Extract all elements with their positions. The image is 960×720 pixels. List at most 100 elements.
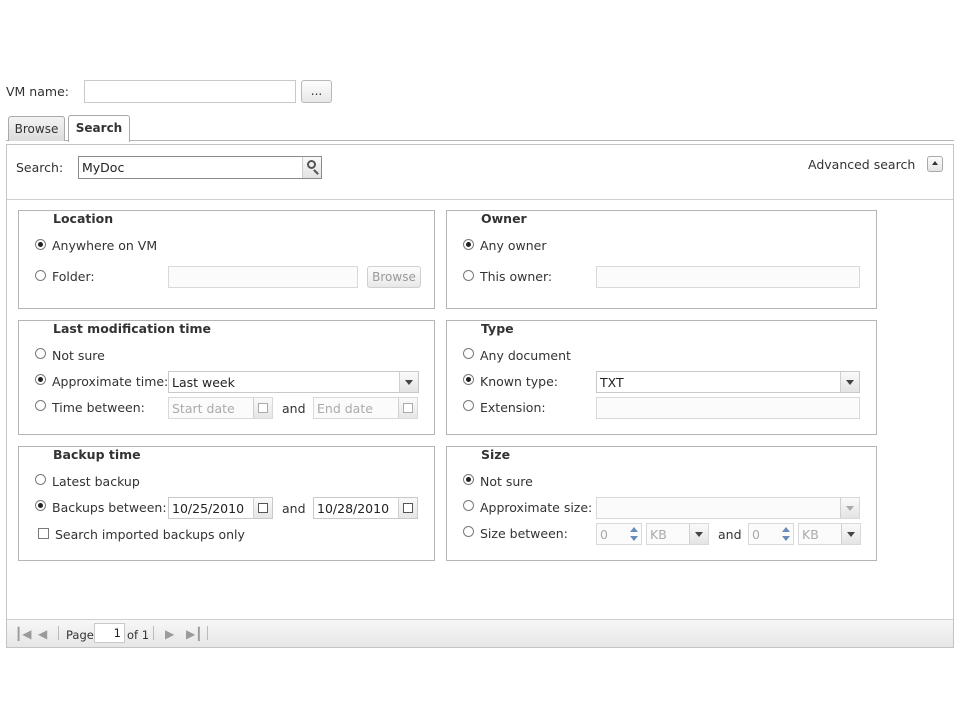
size-min-unit-select[interactable]: KB xyxy=(646,523,709,545)
advanced-search-label[interactable]: Advanced search xyxy=(808,157,915,173)
size-title: Size xyxy=(481,447,511,462)
vm-browse-label: ... xyxy=(310,84,323,98)
backup-between-label: Backups between: xyxy=(52,500,167,515)
backup-between-radio[interactable] xyxy=(35,500,46,511)
type-known-select[interactable]: TXT xyxy=(596,371,860,393)
size-min-unit-value: KB xyxy=(650,527,667,542)
owner-title: Owner xyxy=(481,211,527,226)
size-max-unit-select[interactable]: KB xyxy=(798,523,861,545)
pager-page-value: 1 xyxy=(113,626,121,640)
search-divider xyxy=(7,199,953,200)
search-icon[interactable] xyxy=(302,157,321,178)
search-value: MyDoc xyxy=(82,160,125,175)
owner-this-label: This owner: xyxy=(480,269,553,284)
mod-not-sure-radio[interactable] xyxy=(35,348,46,359)
backup-latest-label: Latest backup xyxy=(52,474,140,489)
size-max-unit-value: KB xyxy=(802,527,819,542)
size-max-input[interactable]: 0 xyxy=(748,523,794,545)
backup-latest-radio[interactable] xyxy=(35,474,46,485)
location-title: Location xyxy=(53,211,114,226)
pager-separator xyxy=(58,626,59,640)
spinner-icon[interactable] xyxy=(627,524,641,544)
calendar-icon[interactable] xyxy=(253,498,272,518)
size-and-label: and xyxy=(718,527,742,542)
calendar-icon[interactable] xyxy=(398,498,417,518)
size-approx-radio[interactable] xyxy=(463,500,474,511)
backup-start-value: 10/25/2010 xyxy=(172,501,245,516)
size-not-sure-radio[interactable] xyxy=(463,474,474,485)
imported-only-label: Search imported backups only xyxy=(55,527,245,542)
owner-any-label: Any owner xyxy=(480,238,547,253)
size-between-radio[interactable] xyxy=(463,526,474,537)
mod-end-date-input[interactable]: End date xyxy=(313,397,418,419)
tab-search[interactable]: Search xyxy=(68,115,130,142)
tab-search-label: Search xyxy=(75,121,123,135)
chevron-down-icon[interactable] xyxy=(840,372,859,392)
pager-of-label: of 1 xyxy=(127,628,150,642)
collapse-icon[interactable] xyxy=(927,156,943,172)
owner-any-radio[interactable] xyxy=(463,239,474,250)
mod-end-placeholder: End date xyxy=(317,401,373,416)
type-extension-radio[interactable] xyxy=(463,400,474,411)
type-title: Type xyxy=(481,321,514,336)
calendar-icon[interactable] xyxy=(253,398,272,418)
pager-page-label: Page xyxy=(66,628,94,642)
pager-separator xyxy=(207,626,208,640)
owner-this-radio[interactable] xyxy=(463,270,474,281)
chevron-down-icon[interactable] xyxy=(840,498,859,518)
size-not-sure-label: Not sure xyxy=(480,474,533,489)
owner-panel: Owner xyxy=(446,210,877,309)
chevron-down-icon[interactable] xyxy=(399,372,418,392)
location-folder-label: Folder: xyxy=(52,269,95,284)
owner-input[interactable] xyxy=(596,266,860,288)
search-label: Search: xyxy=(16,160,64,175)
location-anywhere-radio[interactable] xyxy=(35,239,46,250)
backup-start-date-input[interactable]: 10/25/2010 xyxy=(168,497,273,519)
mod-not-sure-label: Not sure xyxy=(52,348,105,363)
type-extension-input[interactable] xyxy=(596,397,860,419)
mod-and-label: and xyxy=(282,401,306,416)
location-folder-radio[interactable] xyxy=(35,270,46,281)
type-extension-label: Extension: xyxy=(480,400,546,415)
tab-browse[interactable]: Browse xyxy=(8,116,65,141)
pager-page-input[interactable]: 1 xyxy=(94,623,125,643)
backup-end-date-input[interactable]: 10/28/2010 xyxy=(313,497,418,519)
size-approx-select[interactable] xyxy=(596,497,860,519)
mod-approx-select[interactable]: Last week xyxy=(168,371,419,393)
prev-page-icon[interactable]: ◀ xyxy=(38,627,47,641)
size-max-value: 0 xyxy=(752,527,760,542)
calendar-icon[interactable] xyxy=(398,398,417,418)
next-page-icon[interactable]: ▶ xyxy=(165,627,174,641)
tab-strip-line xyxy=(6,140,954,141)
chevron-down-icon[interactable] xyxy=(689,524,708,544)
location-anywhere-label: Anywhere on VM xyxy=(52,238,158,253)
mod-start-date-input[interactable]: Start date xyxy=(168,397,273,419)
type-known-value: TXT xyxy=(600,375,624,390)
vm-name-input[interactable] xyxy=(84,80,296,103)
type-known-label: Known type: xyxy=(480,374,559,389)
mod-between-radio[interactable] xyxy=(35,400,46,411)
size-between-label: Size between: xyxy=(480,526,568,541)
folder-browse-button[interactable]: Browse xyxy=(367,266,421,288)
backup-time-title: Backup time xyxy=(53,447,141,462)
vm-browse-button[interactable]: ... xyxy=(301,80,332,103)
mod-start-placeholder: Start date xyxy=(172,401,235,416)
chevron-down-icon[interactable] xyxy=(841,524,860,544)
size-min-input[interactable]: 0 xyxy=(596,523,642,545)
first-page-icon[interactable]: ┃◀ xyxy=(15,627,31,641)
mod-approx-value: Last week xyxy=(172,375,235,390)
type-known-radio[interactable] xyxy=(463,374,474,385)
type-any-radio[interactable] xyxy=(463,348,474,359)
size-min-value: 0 xyxy=(600,527,608,542)
tab-browse-label: Browse xyxy=(14,122,59,136)
folder-input[interactable] xyxy=(168,266,358,288)
mod-approx-radio[interactable] xyxy=(35,374,46,385)
last-page-icon[interactable]: ▶┃ xyxy=(186,627,202,641)
backup-and-label: and xyxy=(282,501,306,516)
mod-between-label: Time between: xyxy=(52,400,145,415)
spinner-icon[interactable] xyxy=(779,524,793,544)
search-input[interactable]: MyDoc xyxy=(78,156,322,179)
mod-time-title: Last modification time xyxy=(53,321,211,336)
vm-name-label: VM name: xyxy=(6,84,69,99)
imported-only-checkbox[interactable] xyxy=(38,528,49,539)
